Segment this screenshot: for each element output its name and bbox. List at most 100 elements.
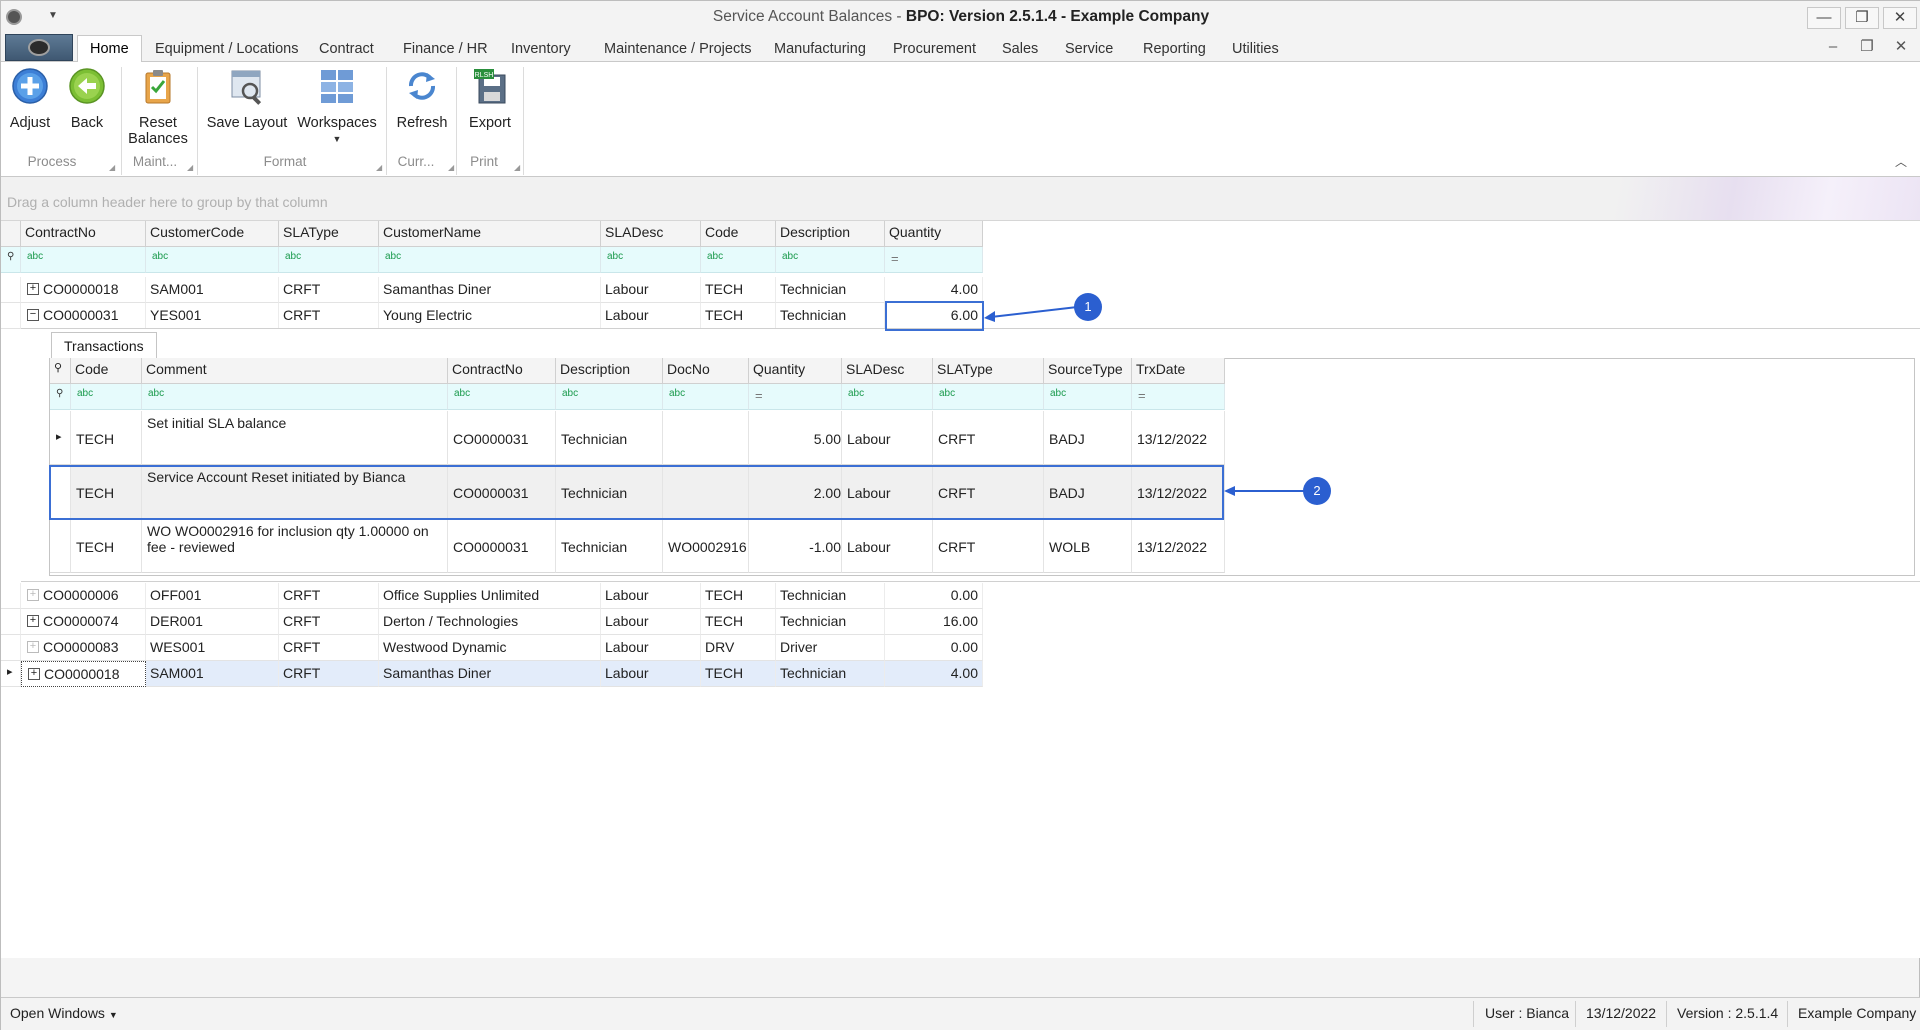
detail-column-header-sla-type[interactable]: SLAType [933, 358, 1044, 384]
group-launcher-icon[interactable]: ◢ [187, 163, 193, 172]
detail-cell-trx-date[interactable]: 13/12/2022 [1132, 411, 1225, 465]
detail-filter-cell-sla-desc[interactable]: abc [842, 384, 933, 410]
export-button[interactable]: RLSH Export [463, 67, 517, 131]
back-button[interactable]: Back [66, 67, 108, 131]
filter-cell-quantity[interactable]: = [885, 247, 983, 273]
open-windows-button[interactable]: Open Windows ▼ [10, 1005, 118, 1021]
reset-balances-button[interactable]: Reset Balances [127, 67, 189, 147]
expand-row-icon[interactable]: + [27, 615, 39, 627]
filter-cell-sla-desc[interactable]: abc [601, 247, 701, 273]
detail-column-header-source-type[interactable]: SourceType [1044, 358, 1132, 384]
tab-procurement[interactable]: Procurement [893, 41, 976, 57]
cell-customer-name[interactable]: Westwood Dynamic [379, 635, 601, 661]
cell-sla-desc[interactable]: Labour [601, 583, 701, 609]
tab-home[interactable]: Home [77, 35, 142, 63]
detail-cell-quantity[interactable]: 5.00 [749, 411, 842, 465]
detail-column-header-doc-no[interactable]: DocNo [663, 358, 749, 384]
detail-cell-contract-no[interactable]: CO0000031 [448, 411, 556, 465]
tab-reporting[interactable]: Reporting [1143, 41, 1206, 57]
cell-code[interactable]: DRV [701, 635, 776, 661]
cell-sla-type[interactable]: CRFT [279, 661, 379, 687]
detail-cell-description[interactable]: Technician [556, 411, 663, 465]
tab-finance-hr[interactable]: Finance / HR [403, 41, 488, 57]
detail-tab-transactions[interactable]: Transactions [51, 332, 157, 358]
cell-quantity[interactable]: 0.00 [885, 583, 983, 609]
workspaces-button[interactable]: Workspaces ▼ [297, 67, 377, 147]
filter-cell-sla-type[interactable]: abc [279, 247, 379, 273]
cell-code[interactable]: TECH [701, 583, 776, 609]
detail-cell-sla-desc[interactable]: Labour [842, 519, 933, 573]
detail-cell-sla-type[interactable]: CRFT [933, 519, 1044, 573]
cell-code[interactable]: TECH [701, 277, 776, 303]
cell-contract-no[interactable]: + CO0000006 [21, 583, 146, 609]
column-header-code[interactable]: Code [701, 221, 776, 247]
cell-quantity[interactable]: 4.00 [885, 277, 983, 303]
cell-customer-code[interactable]: SAM001 [146, 661, 279, 687]
cell-code[interactable]: TECH [701, 609, 776, 635]
column-header-description[interactable]: Description [776, 221, 885, 247]
detail-filter-pin-icon[interactable]: ⚲ [50, 384, 71, 410]
group-launcher-icon[interactable]: ◢ [109, 163, 115, 172]
detail-filter-cell-sla-type[interactable]: abc [933, 384, 1044, 410]
detail-column-header-quantity[interactable]: Quantity [749, 358, 842, 384]
cell-code[interactable]: TECH [701, 661, 776, 687]
expand-row-icon[interactable]: + [27, 641, 39, 653]
detail-cell-sla-type[interactable]: CRFT [933, 411, 1044, 465]
cell-sla-desc[interactable]: Labour [601, 303, 701, 329]
detail-column-header-contract-no[interactable]: ContractNo [448, 358, 556, 384]
detail-filter-cell-source-type[interactable]: abc [1044, 384, 1132, 410]
group-launcher-icon[interactable]: ◢ [448, 163, 454, 172]
cell-quantity[interactable]: 16.00 [885, 609, 983, 635]
cell-sla-type[interactable]: CRFT [279, 277, 379, 303]
cell-customer-code[interactable]: OFF001 [146, 583, 279, 609]
detail-cell-comment[interactable]: Set initial SLA balance [142, 411, 448, 465]
filter-cell-customer-code[interactable]: abc [146, 247, 279, 273]
detail-cell-quantity[interactable]: -1.00 [749, 519, 842, 573]
cell-customer-name[interactable]: Samanthas Diner [379, 661, 601, 687]
expand-row-icon[interactable]: + [27, 589, 39, 601]
column-header-customer-name[interactable]: CustomerName [379, 221, 601, 247]
cell-sla-type[interactable]: CRFT [279, 609, 379, 635]
cell-contract-no[interactable]: + CO0000018 [21, 277, 146, 303]
cell-customer-name[interactable]: Office Supplies Unlimited [379, 583, 601, 609]
expand-row-icon[interactable]: + [28, 668, 40, 680]
column-header-quantity[interactable]: Quantity [885, 221, 983, 247]
cell-customer-name[interactable]: Young Electric [379, 303, 601, 329]
detail-column-header-comment[interactable]: Comment [142, 358, 448, 384]
detail-cell-comment[interactable]: WO WO0002916 for inclusion qty 1.00000 o… [142, 519, 448, 573]
detail-cell-contract-no[interactable]: CO0000031 [448, 519, 556, 573]
detail-column-header-sla-desc[interactable]: SLADesc [842, 358, 933, 384]
tab-contract[interactable]: Contract [319, 41, 374, 57]
detail-filter-cell-code[interactable]: abc [71, 384, 142, 410]
cell-description[interactable]: Technician [776, 609, 885, 635]
detail-cell-doc-no[interactable]: WO0002916 [663, 519, 749, 573]
tab-manufacturing[interactable]: Manufacturing [774, 41, 866, 57]
detail-filter-cell-quantity[interactable]: = [749, 384, 842, 410]
cell-customer-name[interactable]: Samanthas Diner [379, 277, 601, 303]
tab-sales[interactable]: Sales [1002, 41, 1038, 57]
cell-customer-code[interactable]: WES001 [146, 635, 279, 661]
collapse-row-icon[interactable]: − [27, 309, 39, 321]
refresh-button[interactable]: Refresh [394, 67, 450, 131]
group-launcher-icon[interactable]: ◢ [376, 163, 382, 172]
cell-customer-name[interactable]: Derton / Technologies [379, 609, 601, 635]
detail-column-header-description[interactable]: Description [556, 358, 663, 384]
cell-contract-no[interactable]: + CO0000074 [21, 609, 146, 635]
cell-contract-no[interactable]: + CO0000083 [21, 635, 146, 661]
cell-customer-code[interactable]: DER001 [146, 609, 279, 635]
tab-inventory[interactable]: Inventory [511, 41, 571, 57]
detail-filter-cell-contract-no[interactable]: abc [448, 384, 556, 410]
close-button[interactable]: ✕ [1883, 7, 1917, 29]
detail-cell-code[interactable]: TECH [71, 411, 142, 465]
cell-sla-desc[interactable]: Labour [601, 635, 701, 661]
column-header-sla-type[interactable]: SLAType [279, 221, 379, 247]
cell-description[interactable]: Technician [776, 277, 885, 303]
cell-description[interactable]: Driver [776, 635, 885, 661]
application-menu-button[interactable] [5, 34, 73, 61]
cell-sla-desc[interactable]: Labour [601, 277, 701, 303]
column-header-sla-desc[interactable]: SLADesc [601, 221, 701, 247]
expand-row-icon[interactable]: + [27, 283, 39, 295]
filter-cell-contract-no[interactable]: abc [21, 247, 146, 273]
cell-customer-code[interactable]: YES001 [146, 303, 279, 329]
filter-cell-description[interactable]: abc [776, 247, 885, 273]
